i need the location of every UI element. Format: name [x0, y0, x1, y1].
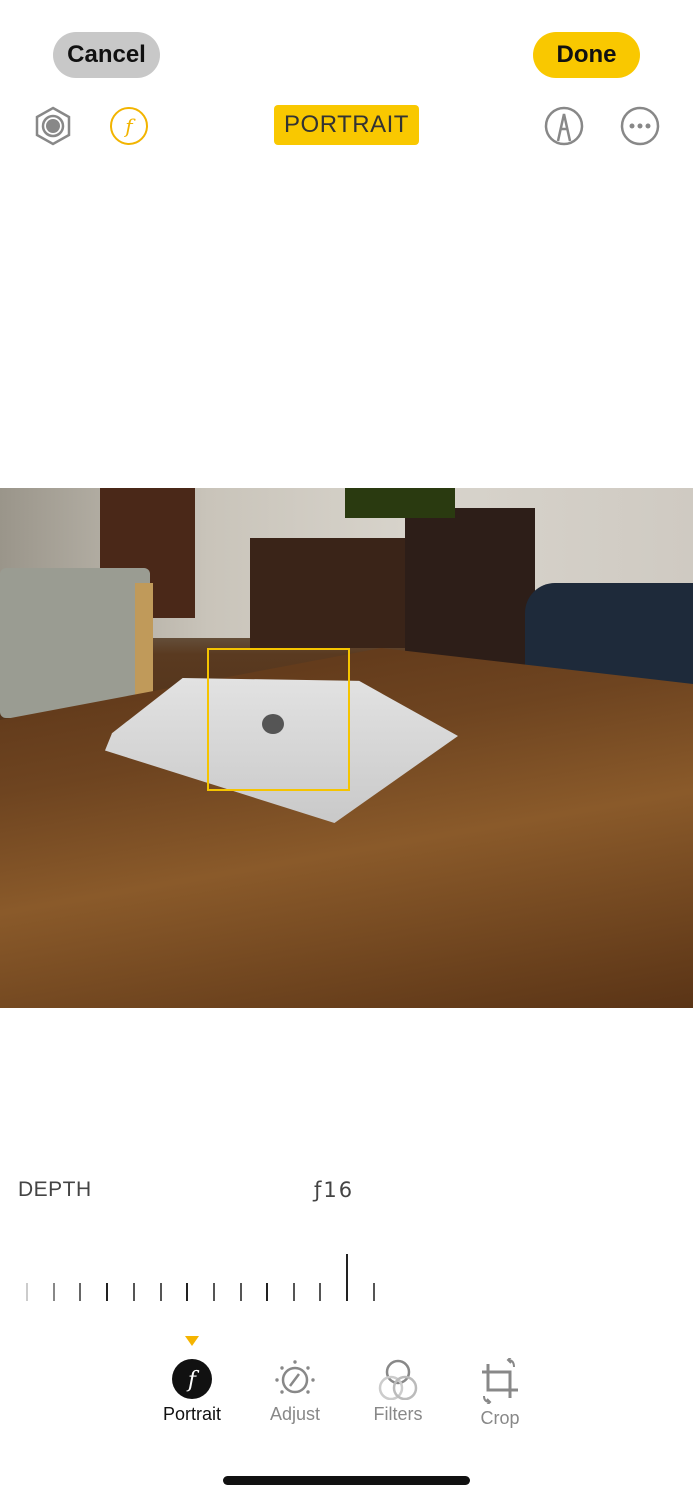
tab-label: Filters	[373, 1404, 423, 1424]
tab-label: Portrait	[162, 1404, 222, 1424]
depth-label: DEPTH	[18, 1178, 92, 1201]
slider-tick	[319, 1283, 321, 1301]
slider-tick	[26, 1283, 28, 1301]
tab-crop[interactable]: Crop	[455, 1358, 545, 1429]
slider-tick	[186, 1283, 188, 1301]
tab-portrait[interactable]: f Portrait	[147, 1358, 237, 1425]
aperture-f-icon[interactable]: f	[108, 105, 150, 147]
slider-tick	[373, 1283, 375, 1301]
tab-adjust[interactable]: Adjust	[250, 1358, 340, 1425]
tab-label: Adjust	[269, 1404, 321, 1424]
live-photo-icon[interactable]	[32, 105, 74, 147]
markup-pen-icon[interactable]	[543, 105, 585, 147]
slider-tick	[79, 1283, 81, 1301]
focus-box[interactable]	[207, 648, 350, 791]
aperture-f-icon: f	[172, 1359, 212, 1399]
done-button[interactable]: Done	[533, 32, 640, 78]
active-tab-indicator	[185, 1336, 199, 1346]
portrait-mode-badge[interactable]: PORTRAIT	[274, 105, 419, 145]
depth-value: ƒ16	[314, 1178, 355, 1202]
slider-current-indicator[interactable]	[346, 1254, 348, 1301]
tab-filters[interactable]: Filters	[353, 1358, 443, 1425]
cancel-button[interactable]: Cancel	[53, 32, 160, 78]
slider-tick	[293, 1283, 295, 1301]
filters-icon	[378, 1359, 418, 1400]
tab-label: Crop	[480, 1408, 520, 1428]
slider-tick	[53, 1283, 55, 1301]
slider-tick	[213, 1283, 215, 1301]
slider-tick	[266, 1283, 268, 1301]
slider-tick	[240, 1283, 242, 1301]
home-indicator[interactable]	[223, 1476, 470, 1485]
slider-tick	[133, 1283, 135, 1301]
svg-text:f: f	[123, 114, 136, 138]
slider-tick	[160, 1283, 162, 1301]
more-icon[interactable]	[619, 105, 661, 147]
slider-tick	[106, 1283, 108, 1301]
adjust-dial-icon	[275, 1360, 315, 1394]
crop-rotate-icon	[482, 1358, 518, 1404]
